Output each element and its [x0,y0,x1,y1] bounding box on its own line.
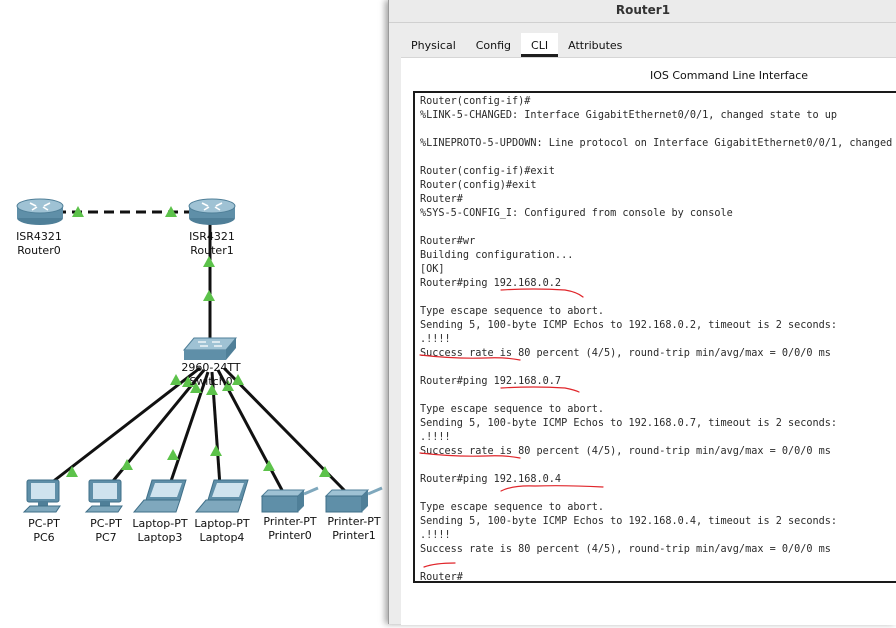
terminal-line: Router(config-if)#exit [420,166,555,177]
panel-title: IOS Command Line Interface [649,69,809,82]
printer1-icon[interactable] [324,486,383,513]
tab-cli[interactable]: CLI [521,33,559,57]
terminal-line: Router(config)#exit [420,180,537,191]
terminal-line: .!!!! [420,530,451,541]
tab-config[interactable]: Config [466,33,521,56]
terminal-line: %LINEPROTO-5-UPDOWN: Line protocol on In… [420,138,893,149]
switch0-model: 2960-24TT [181,361,241,374]
terminal-line: Router(config-if)# [420,96,531,107]
printer1-model: Printer-PT [327,515,381,528]
terminal-line: %LINK-5-CHANGED: Interface GigabitEthern… [420,110,838,121]
terminal-line: Sending 5, 100-byte ICMP Echos to 192.16… [420,516,838,527]
terminal-line: Type escape sequence to abort. [420,306,605,317]
router0-icon[interactable] [16,198,64,225]
router1-icon[interactable] [188,198,236,225]
topology-canvas[interactable]: ISR4321 Router0 ISR4321 Router1 2960-24T… [0,0,388,624]
terminal-line: Building configuration... [420,250,574,261]
cli-panel: IOS Command Line Interface Router(config… [401,57,896,625]
cli-terminal[interactable]: Router(config-if)# %LINK-5-CHANGED: Inter… [413,91,896,583]
switch0-name: Switch0 [189,375,233,388]
router0-model: ISR4321 [16,230,62,243]
terminal-line: Router#ping 192.168.0.7 [420,376,562,387]
terminal-line: Success rate is 80 percent (4/5), round-… [420,544,831,555]
terminal-line: Router#ping 192.168.0.2 [420,278,562,289]
window-titlebar[interactable]: Router1 [389,0,896,23]
tab-attributes[interactable]: Attributes [558,33,632,56]
laptop3-icon[interactable] [132,479,187,513]
router0-name: Router0 [17,244,61,257]
terminal-line: Router# [420,194,463,205]
laptop4-icon[interactable] [194,479,249,513]
terminal-line: Router#ping 192.168.0.4 [420,474,562,485]
terminal-line: [OK] [420,264,445,275]
router0-label: ISR4321 Router0 [0,230,84,258]
terminal-line: .!!!! [420,432,451,443]
terminal-line: Sending 5, 100-byte ICMP Echos to 192.16… [420,418,838,429]
device-tabs: Physical Config CLI Attributes [401,33,632,57]
terminal-line: Type escape sequence to abort. [420,502,605,513]
terminal-line: .!!!! [420,334,451,345]
router1-model: ISR4321 [189,230,235,243]
printer1-name: Printer1 [332,529,376,542]
terminal-line: Sending 5, 100-byte ICMP Echos to 192.16… [420,320,838,331]
switch0-icon[interactable] [182,337,238,360]
printer0-icon[interactable] [260,486,319,513]
printer1-label: Printer-PT Printer1 [309,515,399,543]
terminal-line: Success rate is 80 percent (4/5), round-… [420,446,831,457]
tab-physical[interactable]: Physical [401,33,466,56]
terminal-line: Type escape sequence to abort. [420,404,605,415]
router1-device-window: Router1 Physical Config CLI Attributes IOS … [388,0,896,625]
terminal-output: Router(config-if)# %LINK-5-CHANGED: Inter… [415,93,896,583]
terminal-line: Router#wr [420,236,476,247]
switch0-label: 2960-24TT Switch0 [166,361,256,389]
router1-label: ISR4321 Router1 [167,230,257,258]
terminal-line: %SYS-5-CONFIG_I: Configured from console… [420,208,733,219]
window-title: Router1 [615,3,671,17]
router1-name: Router1 [190,244,234,257]
pc7-icon[interactable] [84,479,123,513]
terminal-line: Success rate is 80 percent (4/5), round-… [420,348,831,359]
pc6-icon[interactable] [22,479,61,513]
terminal-line: Router# [420,572,463,583]
